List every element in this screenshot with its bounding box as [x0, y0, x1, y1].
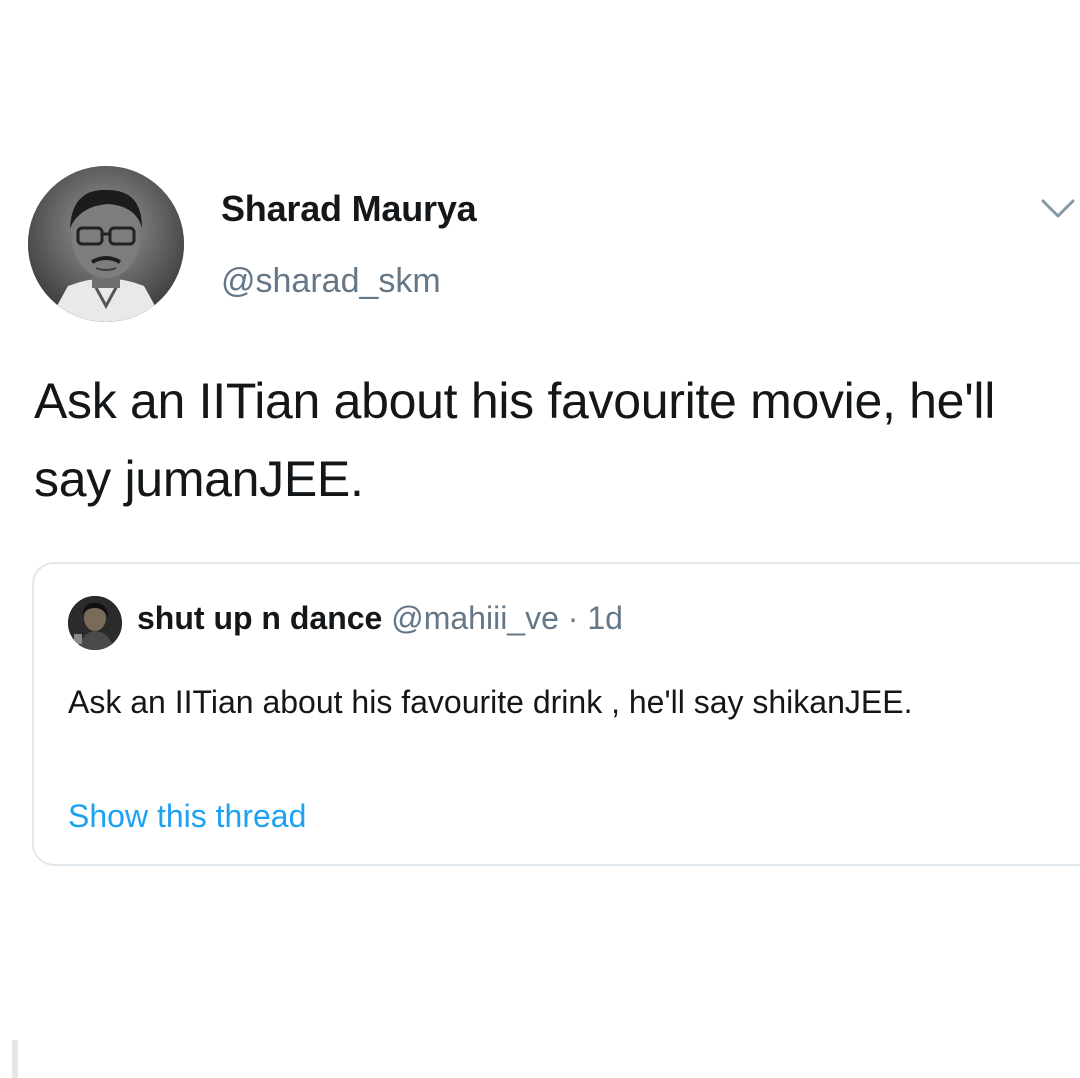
edge-artifact	[12, 1040, 18, 1078]
avatar-photo-icon	[68, 596, 122, 650]
author-avatar[interactable]	[28, 166, 184, 322]
tweet-text: Ask an IITian about his favourite movie,…	[34, 373, 996, 507]
quoted-tweet-card[interactable]: shut up n dance @mahiii_ve · 1d Ask an I…	[32, 562, 1080, 866]
chevron-down-icon[interactable]	[1040, 196, 1076, 222]
show-thread-link[interactable]: Show this thread	[68, 798, 306, 835]
author-handle[interactable]: @sharad_skm	[221, 262, 441, 301]
separator-dot: ·	[567, 600, 579, 636]
author-display-name[interactable]: Sharad Maurya	[221, 188, 477, 230]
quoted-author-avatar[interactable]	[68, 596, 122, 650]
quoted-author-handle[interactable]: @mahiii_ve	[391, 600, 559, 636]
quoted-tweet-text: Ask an IITian about his favourite drink …	[68, 684, 913, 720]
quoted-author-display-name[interactable]: shut up n dance	[137, 600, 382, 636]
quoted-tweet-timestamp[interactable]: 1d	[587, 600, 623, 636]
tweet: Sharad Maurya @sharad_skm Ask an IITian …	[0, 0, 1080, 1078]
avatar-photo-icon	[28, 166, 184, 322]
quoted-tweet-header: shut up n dance @mahiii_ve · 1d	[137, 600, 623, 637]
